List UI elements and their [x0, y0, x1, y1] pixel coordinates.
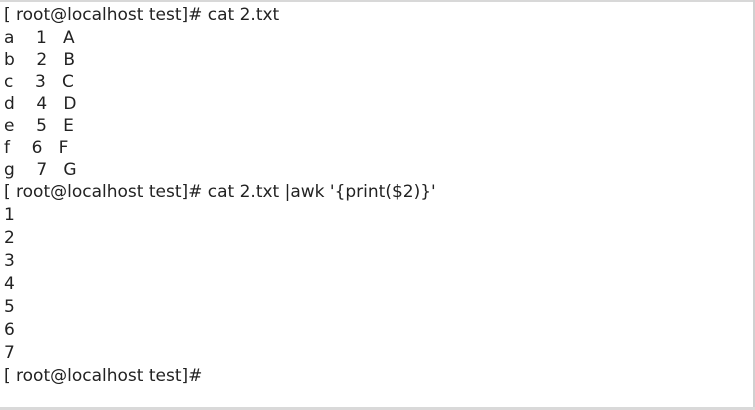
- terminal-line-output: 1: [4, 205, 15, 225]
- terminal-line-output: 2: [4, 228, 15, 248]
- terminal-window[interactable]: [ root@localhost test]# cat 2.txt a 1 A …: [0, 0, 755, 410]
- terminal-line-output: e 5 E: [4, 116, 74, 136]
- terminal-line-output: 6: [4, 320, 15, 340]
- terminal-line-prompt-cat: [ root@localhost test]# cat 2.txt: [4, 5, 280, 25]
- terminal-line-output: 4: [4, 274, 15, 294]
- terminal-line-current-prompt[interactable]: [ root@localhost test]#: [4, 365, 208, 387]
- top-border: [0, 0, 755, 2]
- terminal-line-prompt-awk: [ root@localhost test]# cat 2.txt |awk '…: [4, 182, 436, 202]
- terminal-line-output: c 3 C: [4, 72, 74, 92]
- terminal-line-output: a 1 A: [4, 28, 75, 48]
- terminal-line-output: f 6 F: [4, 138, 69, 158]
- terminal-line-output: 3: [4, 251, 15, 271]
- terminal-line-output: g 7 G: [4, 160, 77, 180]
- terminal-line-output: b 2 B: [4, 50, 76, 70]
- terminal-line-output: 5: [4, 297, 15, 317]
- terminal-line-output: d 4 D: [4, 94, 77, 114]
- terminal-line-output: 7: [4, 343, 15, 363]
